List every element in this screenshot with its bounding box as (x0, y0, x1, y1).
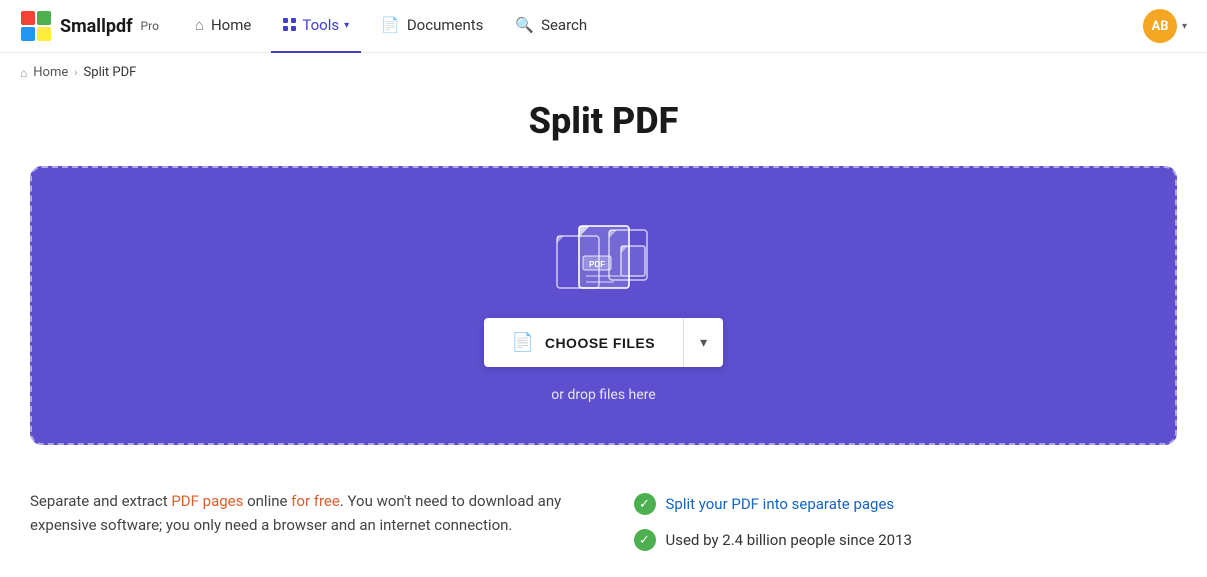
check-icon-1: ✓ (634, 493, 656, 515)
avatar[interactable]: AB (1143, 9, 1177, 43)
split-pdf-link[interactable]: Split your PDF into separate pages (666, 495, 895, 513)
svg-text:PDF: PDF (589, 260, 605, 269)
grid-icon (283, 18, 297, 32)
feature-text-2: Used by 2.4 billion people since 2013 (666, 531, 912, 549)
user-menu[interactable]: AB ▾ (1143, 9, 1187, 43)
for-free-link[interactable]: for free (291, 492, 340, 510)
chevron-down-icon: ▾ (344, 20, 349, 31)
pdf-pages-link[interactable]: PDF pages (171, 492, 243, 510)
choose-files-label: CHOOSE FILES (545, 335, 655, 351)
search-icon: 🔍 (515, 16, 534, 34)
page-title: Split PDF (0, 100, 1207, 142)
breadcrumb-home-icon: ⌂ (20, 66, 27, 80)
document-icon: 📄 (381, 16, 400, 34)
choose-files-button-group: 📄 CHOOSE FILES ▾ (484, 318, 723, 367)
page-title-section: Split PDF (0, 92, 1207, 166)
check-icon-2: ✓ (634, 529, 656, 551)
feature-item-1: ✓ Split your PDF into separate pages (634, 493, 1178, 515)
file-icon: 📄 (512, 332, 535, 353)
home-icon: ⌂ (195, 16, 204, 34)
pdf-illustration: PDF (549, 218, 659, 298)
nav-documents[interactable]: 📄 Documents (369, 0, 495, 53)
brand-logo[interactable]: Smallpdf Pro (20, 10, 159, 42)
choose-files-button[interactable]: 📄 CHOOSE FILES (484, 318, 683, 367)
brand-name: Smallpdf (60, 16, 133, 37)
drop-hint-text: or drop files here (551, 387, 655, 403)
navbar: Smallpdf Pro ⌂ Home Tools ▾ 📄 Documents … (0, 0, 1207, 53)
dropzone-outer: PDF 📄 CHOOSE FILES ▾ or drop files here (0, 166, 1207, 469)
choose-files-dropdown-button[interactable]: ▾ (684, 318, 723, 367)
breadcrumb-separator: › (74, 66, 77, 79)
breadcrumb-home-link[interactable]: Home (33, 65, 68, 80)
avatar-chevron-icon: ▾ (1182, 21, 1187, 32)
dropdown-chevron-icon: ▾ (700, 334, 707, 351)
nav-home[interactable]: ⌂ Home (183, 0, 263, 53)
description-section: Separate and extract PDF pages online fo… (0, 469, 1207, 571)
brand-pro: Pro (141, 19, 159, 33)
breadcrumb-current: Split PDF (84, 65, 137, 80)
dropzone[interactable]: PDF 📄 CHOOSE FILES ▾ or drop files here (30, 166, 1177, 445)
description-text: Separate and extract PDF pages online fo… (30, 489, 574, 537)
nav-tools[interactable]: Tools ▾ (271, 0, 361, 53)
breadcrumb: ⌂ Home › Split PDF (0, 53, 1207, 92)
feature-item-2: ✓ Used by 2.4 billion people since 2013 (634, 529, 1178, 551)
nav-search[interactable]: 🔍 Search (503, 0, 599, 53)
features-list: ✓ Split your PDF into separate pages ✓ U… (634, 489, 1178, 551)
